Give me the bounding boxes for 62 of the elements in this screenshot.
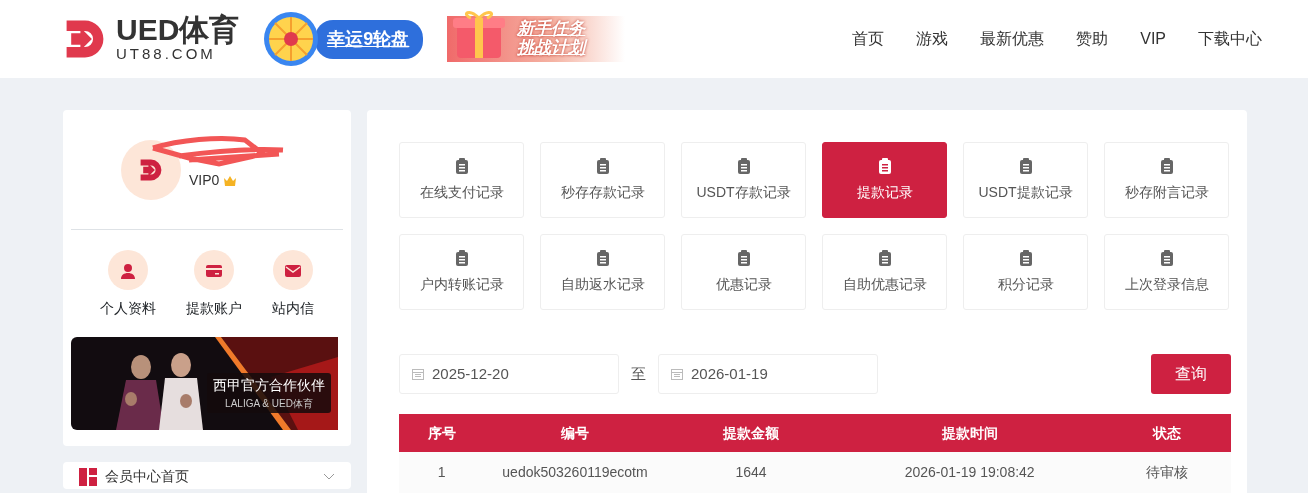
nav-link[interactable]: 下载中心 — [1198, 27, 1262, 51]
clipboard-icon — [454, 157, 469, 174]
nav-link[interactable]: VIP — [1140, 27, 1166, 51]
column-header: 序号 — [399, 414, 485, 452]
date-field[interactable]: 2025-12-20 — [399, 354, 619, 394]
nav-link[interactable]: 首页 — [852, 27, 885, 51]
nav-link[interactable]: 游戏 — [916, 27, 949, 51]
vip-level: VIP0 — [189, 171, 220, 190]
record-tab[interactable]: 优惠记录 — [681, 234, 806, 310]
record-tab[interactable]: 上次登录信息 — [1104, 234, 1229, 310]
column-header: 状态 — [1102, 414, 1231, 452]
logo-title: UED体育 — [116, 15, 240, 45]
table-cell: 1644 — [665, 452, 837, 493]
separator-text: 至 — [631, 363, 646, 384]
banner-subtitle: LALIGA & UED体育 — [224, 397, 314, 411]
calendar-icon — [671, 368, 683, 380]
clipboard-icon — [595, 249, 610, 266]
nav-link[interactable]: 赞助 — [1076, 27, 1109, 51]
clipboard-icon — [736, 249, 751, 266]
calendar-icon — [412, 368, 424, 380]
clipboard-icon — [1018, 249, 1033, 266]
record-tab[interactable]: USDT存款记录 — [681, 142, 806, 218]
nav-link[interactable]: 最新优惠 — [980, 27, 1045, 51]
clipboard-icon — [595, 157, 610, 174]
shortcut-link[interactable]: 个人资料 — [100, 250, 156, 319]
record-tab[interactable]: 秒存存款记录 — [540, 142, 665, 218]
clipboard-icon — [877, 157, 892, 174]
shortcut-label: 个人资料 — [100, 299, 156, 318]
clipboard-icon — [454, 249, 469, 266]
dashboard-icon — [79, 466, 97, 487]
banner-title: 西甲官方合作伙伴 — [213, 376, 325, 395]
clipboard-icon — [1159, 157, 1174, 174]
chevron-icon[interactable] — [323, 472, 335, 481]
record-tab[interactable]: USDT提款记录 — [963, 142, 1088, 218]
shortcut-label: 提款账户 — [186, 299, 242, 318]
table-cell: 待审核 — [1102, 452, 1231, 493]
date-field[interactable]: 2026-01-19 — [658, 354, 878, 394]
table-cell: 1 — [399, 452, 485, 493]
query-button[interactable]: 查询 — [1151, 354, 1231, 394]
record-tab[interactable]: 秒存附言记录 — [1104, 142, 1229, 218]
promo-banner[interactable]: 幸运9轮盘 — [315, 19, 424, 59]
clipboard-icon — [877, 249, 892, 266]
shortcut-link[interactable]: 提款账户 — [186, 250, 242, 319]
clipboard-icon — [736, 157, 751, 174]
record-tab[interactable]: 户内转账记录 — [399, 234, 524, 310]
record-tab[interactable]: 在线支付记录 — [399, 142, 524, 218]
avatar — [121, 139, 181, 200]
column-header: 提款时间 — [836, 414, 1103, 452]
clipboard-icon — [1159, 249, 1174, 266]
table-cell: uedok503260119ecotm — [484, 452, 666, 493]
table-cell: 2026-01-19 19:08:42 — [836, 452, 1103, 493]
record-tab[interactable]: 自助返水记录 — [540, 234, 665, 310]
shortcut-label: 站内信 — [272, 299, 314, 318]
gift-icon — [451, 8, 508, 61]
record-tab[interactable]: 自助优惠记录 — [822, 234, 947, 310]
column-header: 编号 — [484, 414, 666, 452]
record-tab[interactable]: 提款记录 — [822, 142, 947, 218]
record-tab[interactable]: 积分记录 — [963, 234, 1088, 310]
column-header: 提款金额 — [665, 414, 837, 452]
wheel-icon — [263, 11, 320, 67]
logo-subtitle: UT88.COM — [116, 45, 217, 63]
clipboard-icon — [1018, 157, 1033, 174]
